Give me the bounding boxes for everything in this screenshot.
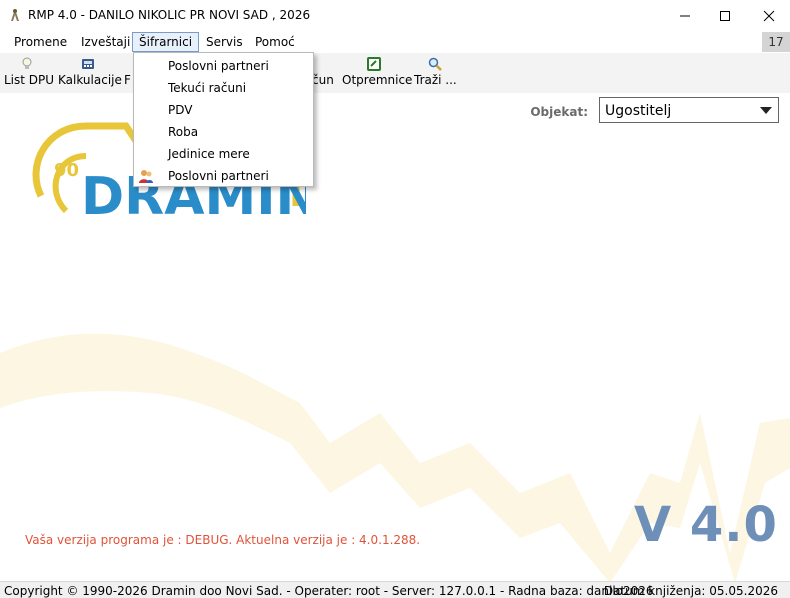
close-button[interactable] bbox=[746, 0, 790, 31]
toolbar-otpremnice-button[interactable]: Otpremnice bbox=[342, 55, 413, 91]
big-version-label: V 4.0 bbox=[634, 497, 778, 553]
clipboard-icon bbox=[367, 57, 381, 71]
objekat-value: Ugostitelj bbox=[605, 103, 672, 119]
menu-item-label: Tekući računi bbox=[168, 81, 247, 95]
minimize-icon bbox=[680, 15, 690, 16]
sifrarnici-dropdown: Poslovni partneri Tekući računi PDV Roba… bbox=[133, 52, 314, 187]
toolbar: List DPU Kalkulacije F čun Otpremnice Tr… bbox=[0, 53, 790, 93]
logo-number: 90 bbox=[54, 160, 79, 181]
close-icon bbox=[763, 10, 775, 21]
menu-izvestaji[interactable]: Izveštaji bbox=[75, 33, 136, 51]
menu-item-label: Jedinice mere bbox=[168, 147, 250, 161]
maximize-icon bbox=[720, 10, 730, 21]
mdi-count-badge: 17 bbox=[762, 32, 790, 52]
users-icon bbox=[139, 170, 153, 183]
toolbar-racun-button[interactable]: čun bbox=[312, 55, 334, 91]
toolbar-list-dpu-button[interactable]: List DPU bbox=[4, 55, 55, 91]
objekat-label: Objekat: bbox=[530, 105, 588, 119]
menu-item-label: Poslovni partneri bbox=[168, 169, 269, 183]
main-content: 90 DRAMIN Objekat: Ugostitelj Vaša verzi… bbox=[0, 93, 790, 581]
calculator-icon bbox=[82, 59, 94, 69]
toolbar-label: Kalkulacije bbox=[58, 73, 122, 87]
menu-sifrarnici[interactable]: Šifrarnici bbox=[132, 32, 200, 52]
lightbulb-icon bbox=[22, 57, 32, 69]
menu-servis[interactable]: Servis bbox=[200, 33, 249, 51]
menu-item-roba[interactable]: Roba bbox=[134, 121, 313, 143]
menu-promene[interactable]: Promene bbox=[8, 33, 73, 51]
toolbar-label: čun bbox=[312, 73, 334, 87]
window-title: RMP 4.0 - DANILO NIKOLIC PR NOVI SAD , 2… bbox=[28, 8, 311, 22]
title-bar: RMP 4.0 - DANILO NIKOLIC PR NOVI SAD , 2… bbox=[0, 0, 790, 31]
menu-item-poslovni-partneri-2[interactable]: Poslovni partneri bbox=[134, 165, 313, 187]
objekat-select[interactable]: Ugostitelj bbox=[599, 97, 779, 123]
toolbar-trazi-button[interactable]: Traži ... bbox=[414, 55, 457, 91]
menu-pomoc[interactable]: Pomoć bbox=[249, 33, 301, 51]
status-bar: Copyright © 1990-2026 Dramin doo Novi Sa… bbox=[0, 581, 790, 598]
status-date: Datum knjiženja: 05.05.2026 bbox=[603, 584, 778, 598]
menu-bar: Promene Izveštaji Šifrarnici Servis Pomo… bbox=[0, 31, 790, 53]
menu-item-label: Poslovni partneri bbox=[168, 59, 269, 73]
menu-item-pdv[interactable]: PDV bbox=[134, 99, 313, 121]
toolbar-label: Otpremnice bbox=[342, 73, 413, 87]
menu-item-jedinice-mere[interactable]: Jedinice mere bbox=[134, 143, 313, 165]
menu-item-label: PDV bbox=[168, 103, 193, 117]
menu-item-poslovni-partneri[interactable]: Poslovni partneri bbox=[134, 55, 313, 77]
maximize-button[interactable] bbox=[702, 0, 748, 31]
app-icon bbox=[11, 9, 19, 21]
chevron-down-icon bbox=[760, 107, 772, 114]
status-copyright: Copyright © 1990-2026 Dramin doo Novi Sa… bbox=[4, 584, 654, 598]
toolbar-label: Traži ... bbox=[414, 73, 457, 87]
toolbar-label: List DPU bbox=[4, 73, 55, 87]
menu-item-tekuci-racuni[interactable]: Tekući računi bbox=[134, 77, 313, 99]
menu-item-label: Roba bbox=[168, 125, 199, 139]
toolbar-kalkulacije-button[interactable]: Kalkulacije bbox=[58, 55, 122, 91]
version-note: Vaša verzija programa je : DEBUG. Aktuel… bbox=[25, 533, 421, 547]
search-icon bbox=[428, 57, 442, 71]
